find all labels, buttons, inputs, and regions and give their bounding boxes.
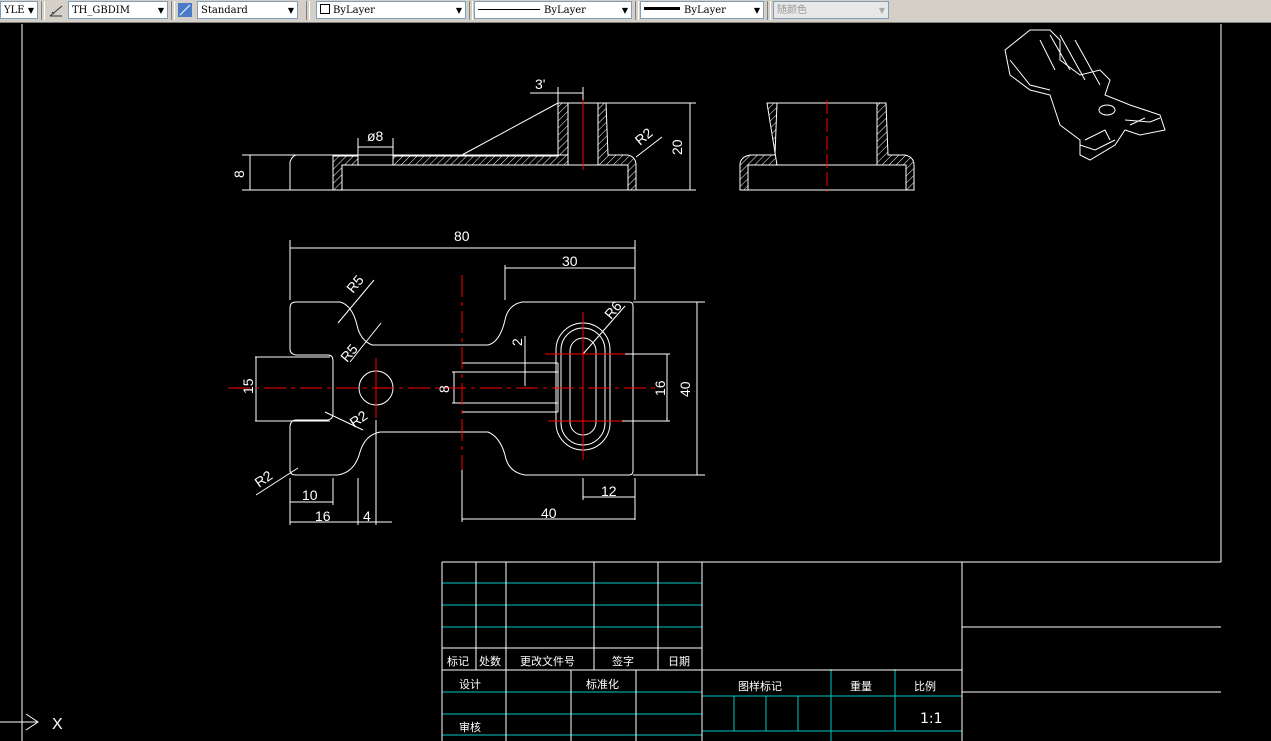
dim-r2-inner: R2 bbox=[347, 407, 371, 430]
plotstyle-value: 随颜色 bbox=[777, 5, 807, 16]
table-style-icon bbox=[178, 3, 192, 17]
lineweight-combo[interactable]: ByLayer ▼ bbox=[640, 1, 764, 19]
tablestyle-value: Standard bbox=[201, 5, 248, 16]
tb-mark: 标记 bbox=[447, 654, 469, 668]
text-style-value: YLE bbox=[4, 5, 25, 16]
tb-scale: 比例 bbox=[914, 679, 936, 693]
dimstyle-icon bbox=[49, 5, 63, 17]
dim-10: 10 bbox=[302, 487, 318, 503]
tb-review: 审核 bbox=[459, 720, 481, 734]
lineweight-value: ByLayer bbox=[684, 5, 726, 16]
dim-r5-lower: R5 bbox=[337, 341, 361, 365]
text-style-combo[interactable]: YLE ▼ bbox=[0, 1, 38, 19]
tablestyle-combo[interactable]: Standard ▼ bbox=[197, 1, 298, 19]
dim-8-side: 8 bbox=[231, 170, 247, 178]
separator bbox=[767, 1, 771, 20]
chevron-down-icon: ▼ bbox=[287, 6, 294, 15]
dim-30: 30 bbox=[562, 253, 578, 269]
dim-20: 20 bbox=[669, 139, 685, 155]
properties-toolbar: YLE ▼ TH_GBDIM ▼ Standard ▼ ByLayer ▼ ByLaye… bbox=[0, 0, 1271, 23]
color-value: ByLayer bbox=[333, 5, 375, 16]
separator bbox=[469, 1, 473, 20]
dim-12: 12 bbox=[601, 483, 617, 499]
linetype-sample-icon bbox=[478, 9, 540, 10]
side-section-view bbox=[242, 87, 696, 191]
dim-80: 80 bbox=[454, 228, 470, 244]
lineweight-sample-icon bbox=[644, 7, 680, 10]
dim-40-horizontal: 40 bbox=[541, 505, 557, 521]
top-view bbox=[255, 240, 705, 525]
chevron-down-icon: ▼ bbox=[27, 6, 34, 15]
dim-16-horizontal: 16 bbox=[315, 508, 331, 524]
color-combo[interactable]: ByLayer ▼ bbox=[316, 1, 466, 19]
chevron-down-icon: ▼ bbox=[455, 6, 462, 15]
separator bbox=[41, 1, 45, 20]
dim-16-vertical: 16 bbox=[652, 380, 668, 396]
tb-scale-value: 1:1 bbox=[920, 711, 943, 727]
chevron-down-icon: ▼ bbox=[157, 6, 164, 15]
isometric-view bbox=[1004, 29, 1166, 161]
dim-2: 2 bbox=[509, 338, 525, 346]
color-swatch-icon bbox=[320, 4, 330, 14]
chevron-down-icon: ▼ bbox=[753, 6, 760, 15]
linetype-value: ByLayer bbox=[544, 5, 586, 16]
dim-3: 3' bbox=[535, 76, 545, 92]
separator bbox=[635, 1, 639, 20]
ucs-x-label: X bbox=[52, 716, 63, 733]
chevron-down-icon: ▼ bbox=[878, 6, 885, 15]
dim-r6: R6 bbox=[601, 298, 625, 322]
ucs-icon bbox=[0, 713, 39, 731]
dimstyle-combo[interactable]: TH_GBDIM ▼ bbox=[68, 1, 168, 19]
drawing-canvas[interactable]: 3' ø8 8 20 R2 80 30 R5 R5 R6 2 15 8 16 4… bbox=[0, 23, 1271, 741]
dim-40-vertical: 40 bbox=[677, 381, 693, 397]
chevron-down-icon: ▼ bbox=[621, 6, 628, 15]
dim-r2-corner: R2 bbox=[252, 467, 276, 490]
dim-8-top: 8 bbox=[436, 385, 452, 393]
title-block bbox=[441, 561, 1221, 741]
tb-date: 日期 bbox=[668, 655, 690, 668]
dim-15: 15 bbox=[240, 378, 256, 394]
tb-signature: 签字 bbox=[612, 654, 634, 668]
tb-design: 设计 bbox=[459, 678, 481, 691]
linetype-combo[interactable]: ByLayer ▼ bbox=[474, 1, 632, 19]
tb-standardize: 标准化 bbox=[586, 677, 619, 691]
separator bbox=[306, 1, 310, 20]
tb-change-doc: 更改文件号 bbox=[520, 654, 575, 668]
dim-4: 4 bbox=[363, 508, 371, 524]
dimstyle-value: TH_GBDIM bbox=[72, 5, 130, 16]
tb-weight: 重量 bbox=[850, 679, 872, 693]
tb-count: 处数 bbox=[479, 655, 501, 668]
dim-phi8: ø8 bbox=[367, 128, 384, 144]
separator bbox=[171, 1, 175, 20]
tb-drawing-mark: 图样标记 bbox=[738, 679, 782, 693]
plotstyle-combo: 随颜色 ▼ bbox=[773, 1, 889, 19]
